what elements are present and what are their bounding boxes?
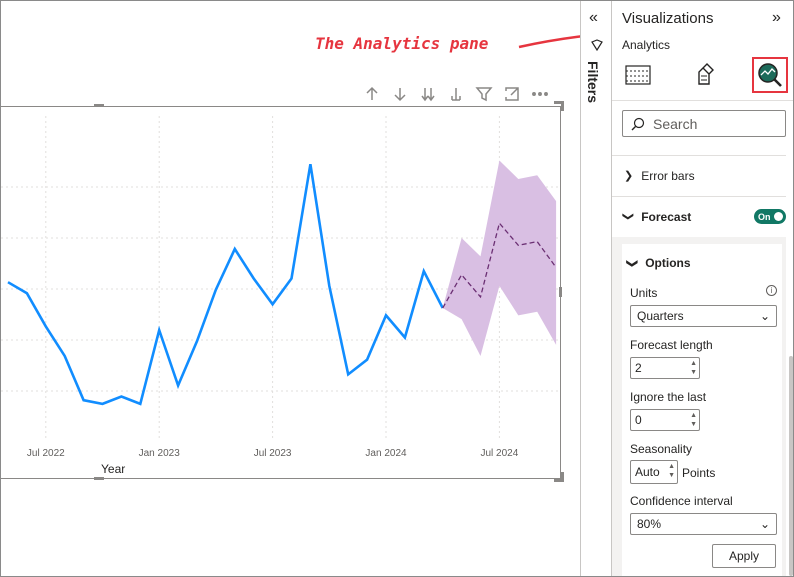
ignore-last-stepper[interactable]: 0 ▲ ▼ bbox=[630, 409, 700, 431]
ignore-last-value: 0 bbox=[635, 413, 642, 427]
chevron-double-right-icon[interactable]: » bbox=[772, 9, 781, 27]
x-tick-label: Jul 2022 bbox=[27, 448, 65, 459]
units-label: Units bbox=[630, 286, 658, 300]
chevron-down-icon: ⌄ bbox=[759, 517, 770, 531]
pane-title: Visualizations bbox=[622, 10, 714, 27]
chevron-right-icon: ❯ bbox=[624, 170, 634, 182]
seasonality-value: Auto bbox=[635, 465, 660, 479]
search-placeholder: Search bbox=[653, 115, 698, 132]
x-tick-label: Jan 2023 bbox=[139, 448, 181, 459]
confidence-interval-dropdown[interactable]: 80% ⌄ bbox=[630, 513, 777, 535]
pane-subtitle: Analytics bbox=[622, 38, 671, 52]
format-visual-icon bbox=[698, 63, 714, 85]
actual-series-line bbox=[7, 163, 444, 406]
confidence-interval-label: Confidence interval bbox=[630, 494, 733, 508]
units-dropdown[interactable]: Quarters ⌄ bbox=[630, 305, 777, 327]
line-chart: Jul 2022 Jan 2023 Jul 2023 Jan 2024 Jul 2024… bbox=[1, 116, 559, 476]
forecast-toggle[interactable]: On bbox=[754, 209, 786, 224]
chevron-down-icon: ❯ bbox=[622, 211, 635, 222]
seasonality-label: Seasonality bbox=[630, 442, 693, 456]
pane-scrollbar[interactable] bbox=[789, 356, 793, 576]
x-tick-label: Jan 2024 bbox=[365, 448, 407, 459]
annotation-label: The Analytics pane bbox=[315, 34, 489, 53]
x-tick-label: Jul 2024 bbox=[480, 448, 518, 459]
arrow-down-icon[interactable] bbox=[389, 83, 411, 105]
funnel-icon bbox=[591, 39, 603, 51]
options-header[interactable]: ❯ Options bbox=[626, 256, 691, 270]
toggle-knob bbox=[774, 212, 783, 221]
visual-header-toolbar bbox=[361, 83, 551, 105]
tab-format-visual[interactable] bbox=[686, 57, 722, 93]
forecast-options-card: ❯ Options Units i Quarters ⌄ Forecast le… bbox=[622, 244, 782, 576]
section-error-bars[interactable]: ❯ Error bars bbox=[612, 155, 786, 195]
seasonality-unit: Points bbox=[682, 466, 716, 480]
x-axis-ticks: Jul 2022 Jan 2023 Jul 2023 Jan 2024 Jul 2024 bbox=[27, 448, 519, 459]
analytics-icon bbox=[758, 63, 782, 87]
toggle-label: On bbox=[758, 211, 771, 222]
focus-mode-icon[interactable] bbox=[501, 83, 523, 105]
section-label: Forecast bbox=[641, 209, 692, 224]
filter-icon[interactable] bbox=[473, 83, 495, 105]
forecast-length-value: 2 bbox=[635, 361, 642, 375]
options-title: Options bbox=[645, 256, 691, 270]
report-canvas: Jul 2022 Jan 2023 Jul 2023 Jan 2024 Jul 2024… bbox=[1, 1, 580, 576]
stepper-arrows-icon[interactable]: ▲ ▼ bbox=[690, 411, 697, 429]
chevron-down-icon: ❯ bbox=[626, 258, 639, 268]
ignore-last-label: Ignore the last bbox=[630, 390, 707, 404]
section-label: Error bars bbox=[641, 168, 695, 183]
report-editor: Jul 2022 Jan 2023 Jul 2023 Jan 2024 Jul 2024… bbox=[0, 0, 794, 577]
build-visual-icon bbox=[625, 65, 651, 85]
units-value: Quarters bbox=[637, 309, 684, 323]
filters-label[interactable]: Filters bbox=[585, 61, 601, 103]
double-arrow-down-icon[interactable] bbox=[417, 83, 439, 105]
forecast-length-stepper[interactable]: 2 ▲ ▼ bbox=[630, 357, 700, 379]
stepper-arrows-icon[interactable]: ▲ ▼ bbox=[668, 462, 675, 480]
visualizations-pane: Visualizations » Analytics Search ❯ Erro… bbox=[612, 1, 793, 576]
chevron-double-left-icon[interactable]: « bbox=[589, 9, 598, 27]
search-icon bbox=[631, 117, 645, 130]
chevron-down-icon: ⌄ bbox=[759, 309, 770, 323]
stepper-arrows-icon[interactable]: ▲ ▼ bbox=[690, 359, 697, 377]
x-axis-title: Year bbox=[101, 462, 125, 476]
tab-analytics[interactable] bbox=[752, 57, 788, 93]
expand-hierarchy-icon[interactable] bbox=[445, 83, 467, 105]
arrow-up-icon[interactable] bbox=[361, 83, 383, 105]
x-tick-label: Jul 2023 bbox=[254, 448, 292, 459]
tab-build-visual[interactable] bbox=[620, 57, 656, 93]
seasonality-stepper[interactable]: Auto ▲ ▼ bbox=[630, 460, 678, 484]
search-input[interactable]: Search bbox=[622, 110, 786, 137]
divider bbox=[612, 100, 793, 101]
apply-button[interactable]: Apply bbox=[712, 544, 776, 568]
filters-pane-collapsed[interactable]: « Filters bbox=[580, 1, 612, 576]
confidence-interval-value: 80% bbox=[637, 517, 662, 531]
forecast-length-label: Forecast length bbox=[630, 338, 713, 352]
info-icon[interactable]: i bbox=[766, 285, 777, 296]
more-options-icon[interactable] bbox=[529, 83, 551, 105]
